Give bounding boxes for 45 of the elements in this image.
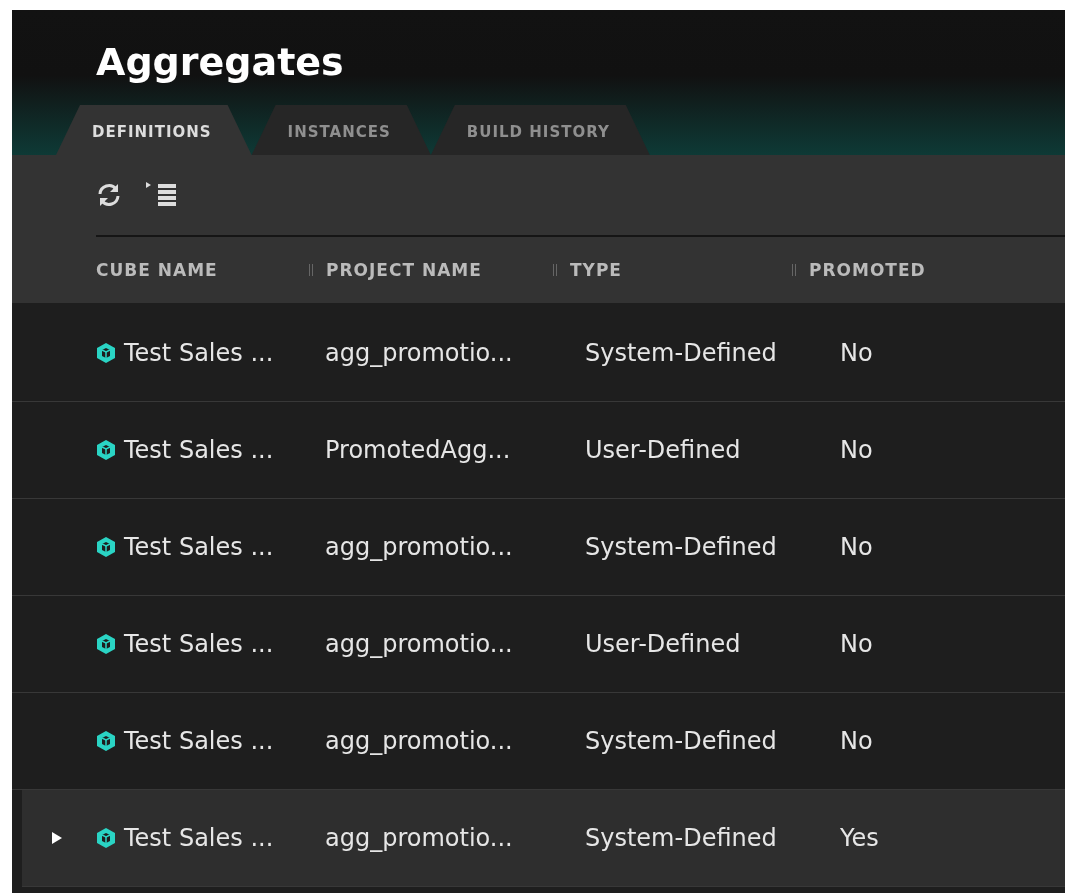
table-cell: agg_promotio...: [325, 727, 513, 755]
table-cell: No: [840, 727, 873, 755]
table-cell: System-Defined: [585, 339, 777, 367]
table-cell: Test Sales ...: [124, 824, 274, 852]
table-cell: No: [840, 339, 873, 367]
table-cell: Test Sales ...: [124, 727, 274, 755]
tab[interactable]: DEFINITIONS: [56, 105, 252, 155]
column-resize-handle[interactable]: [553, 264, 558, 276]
table-cell: agg_promotio...: [325, 824, 513, 852]
cube-icon: [96, 342, 116, 364]
refresh-icon[interactable]: [96, 183, 122, 207]
column-resize-handle[interactable]: [792, 264, 797, 276]
list-icon[interactable]: [146, 182, 178, 208]
table-cell: agg_promotio...: [325, 339, 513, 367]
table-cell: System-Defined: [585, 533, 777, 561]
cube-icon: [96, 730, 116, 752]
table-cell: No: [840, 630, 873, 658]
caret-icon[interactable]: [52, 832, 62, 844]
column-resize-handle[interactable]: [309, 264, 314, 276]
column-header[interactable]: TYPE: [570, 260, 622, 280]
page-title: Aggregates: [95, 39, 345, 84]
table-cell: No: [840, 436, 873, 464]
tab[interactable]: INSTANCES: [251, 105, 431, 155]
table-cell: User-Defined: [585, 630, 741, 658]
table-cell: Test Sales ...: [124, 339, 274, 367]
table-cell: agg_promotio...: [325, 533, 513, 561]
table-cell: Test Sales ...: [124, 533, 274, 561]
table-cell: User-Defined: [585, 436, 741, 464]
table-cell: Yes: [840, 824, 879, 852]
cube-icon: [96, 439, 116, 461]
table-cell: PromotedAgg...: [325, 436, 511, 464]
cube-icon: [96, 827, 116, 849]
table-cell: Test Sales ...: [124, 436, 274, 464]
cube-icon: [96, 633, 116, 655]
table-row[interactable]: Test Sales ... agg_promotio... System-Defined Yes: [22, 790, 1065, 887]
table-cell: agg_promotio...: [325, 630, 513, 658]
cube-icon: [96, 536, 116, 558]
tab[interactable]: BUILD HISTORY: [430, 105, 650, 155]
table-cell: No: [840, 533, 873, 561]
column-header[interactable]: CUBE NAME: [96, 260, 218, 280]
column-header[interactable]: PROJECT NAME: [326, 260, 482, 280]
column-header[interactable]: PROMOTED: [809, 260, 926, 280]
table-cell: Test Sales ...: [124, 630, 274, 658]
table-cell: System-Defined: [585, 824, 777, 852]
table-cell: System-Defined: [585, 727, 777, 755]
